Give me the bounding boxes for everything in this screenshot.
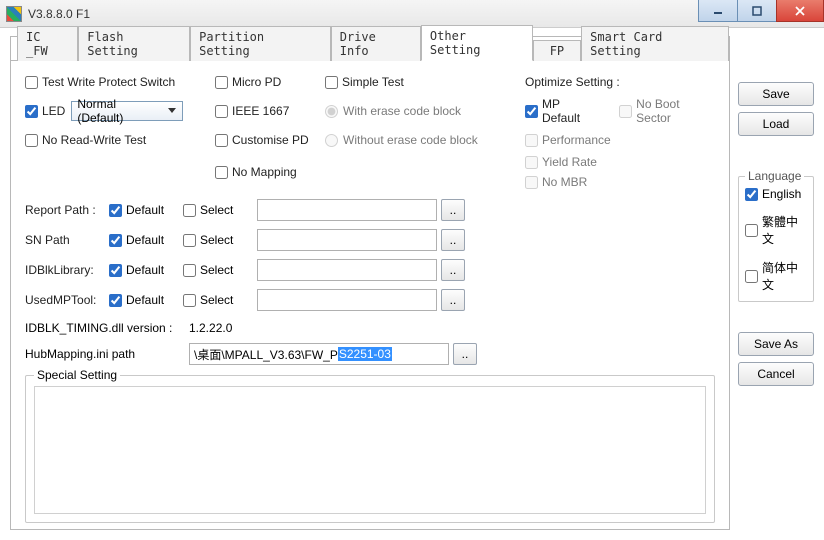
- special-setting-group: Special Setting: [25, 375, 715, 523]
- without-erase-radio[interactable]: Without erase code block: [325, 133, 525, 147]
- tab-other-setting[interactable]: Other Setting: [421, 25, 533, 61]
- language-legend: Language: [745, 169, 804, 183]
- window-buttons: [699, 0, 824, 22]
- report-path-input[interactable]: [257, 199, 437, 221]
- tab-smart-card-setting[interactable]: Smart Card Setting: [581, 26, 729, 61]
- led-checkbox[interactable]: LED: [25, 104, 65, 118]
- hubmapping-label: HubMapping.ini path: [25, 347, 185, 361]
- report-path-browse[interactable]: ..: [441, 199, 465, 221]
- usedmptool-label: UsedMPTool:: [25, 293, 105, 307]
- usedmptool-default[interactable]: Default: [109, 293, 179, 307]
- maximize-button[interactable]: [737, 0, 777, 22]
- sn-path-label: SN Path: [25, 233, 105, 247]
- save-as-button[interactable]: Save As: [738, 332, 814, 356]
- tab-strip: IC _FW Flash Setting Partition Setting D…: [11, 37, 729, 61]
- idblk-default[interactable]: Default: [109, 263, 179, 277]
- save-button[interactable]: Save: [738, 82, 814, 106]
- tab-ic-fw[interactable]: IC _FW: [17, 26, 78, 61]
- sn-path-browse[interactable]: ..: [441, 229, 465, 251]
- yield-rate-checkbox[interactable]: Yield Rate: [525, 155, 715, 169]
- window-title: V3.8.8.0 F1: [28, 7, 90, 21]
- optimize-header: Optimize Setting :: [525, 75, 715, 89]
- usedmptool-browse[interactable]: ..: [441, 289, 465, 311]
- report-path-default[interactable]: Default: [109, 203, 179, 217]
- main-panel: IC _FW Flash Setting Partition Setting D…: [10, 36, 730, 530]
- customise-pd-checkbox[interactable]: Customise PD: [215, 133, 325, 147]
- idblk-select[interactable]: Select: [183, 263, 253, 277]
- simple-test-checkbox[interactable]: Simple Test: [325, 75, 525, 89]
- special-setting-legend: Special Setting: [34, 368, 120, 382]
- hubmapping-input[interactable]: \桌面\MPALL_V3.63\FW_PS2251-03: [189, 343, 449, 365]
- ieee1667-checkbox[interactable]: IEEE 1667: [215, 104, 325, 118]
- tab-drive-info[interactable]: Drive Info: [331, 26, 421, 61]
- micro-pd-checkbox[interactable]: Micro PD: [215, 75, 325, 89]
- test-write-protect-checkbox[interactable]: Test Write Protect Switch: [25, 75, 215, 89]
- no-mapping-checkbox[interactable]: No Mapping: [215, 165, 325, 179]
- tab-fp[interactable]: FP: [533, 40, 581, 61]
- chevron-down-icon: [164, 103, 180, 119]
- tab-flash-setting[interactable]: Flash Setting: [78, 26, 190, 61]
- report-path-select[interactable]: Select: [183, 203, 253, 217]
- minimize-button[interactable]: [698, 0, 738, 22]
- idblk-label: IDBlkLibrary:: [25, 263, 105, 277]
- led-mode-dropdown[interactable]: Normal (Default): [71, 101, 183, 121]
- load-button[interactable]: Load: [738, 112, 814, 136]
- cancel-button[interactable]: Cancel: [738, 362, 814, 386]
- no-boot-sector-checkbox[interactable]: No Boot Sector: [619, 97, 715, 125]
- usedmptool-input[interactable]: [257, 289, 437, 311]
- right-column: Save Load Language English 繁體中文 简体中文 Sav…: [738, 36, 814, 530]
- titlebar: V3.8.8.0 F1: [0, 0, 824, 28]
- lang-simplified[interactable]: 简体中文: [745, 259, 807, 293]
- special-setting-textarea[interactable]: [34, 386, 706, 514]
- hubmapping-browse[interactable]: ..: [453, 343, 477, 365]
- language-group: Language English 繁體中文 简体中文: [738, 176, 814, 302]
- performance-checkbox[interactable]: Performance: [525, 133, 715, 147]
- with-erase-radio[interactable]: With erase code block: [325, 104, 525, 118]
- app-icon: [6, 6, 22, 22]
- report-path-label: Report Path :: [25, 203, 105, 217]
- idblk-browse[interactable]: ..: [441, 259, 465, 281]
- lang-traditional[interactable]: 繁體中文: [745, 213, 807, 247]
- paths-grid: Report Path : Default Select .. SN Path …: [25, 199, 715, 311]
- mp-default-checkbox[interactable]: MP Default: [525, 97, 599, 125]
- usedmptool-select[interactable]: Select: [183, 293, 253, 307]
- close-button[interactable]: [776, 0, 824, 22]
- sn-path-select[interactable]: Select: [183, 233, 253, 247]
- lang-english[interactable]: English: [745, 187, 807, 201]
- sn-path-default[interactable]: Default: [109, 233, 179, 247]
- no-mbr-checkbox[interactable]: No MBR: [525, 175, 715, 189]
- no-rw-test-checkbox[interactable]: No Read-Write Test: [25, 133, 215, 147]
- sn-path-input[interactable]: [257, 229, 437, 251]
- idblk-timing-value: 1.2.22.0: [189, 321, 449, 335]
- idblk-input[interactable]: [257, 259, 437, 281]
- tab-body: Test Write Protect Switch Micro PD Simpl…: [11, 61, 729, 529]
- tab-partition-setting[interactable]: Partition Setting: [190, 26, 331, 61]
- idblk-timing-label: IDBLK_TIMING.dll version :: [25, 321, 185, 335]
